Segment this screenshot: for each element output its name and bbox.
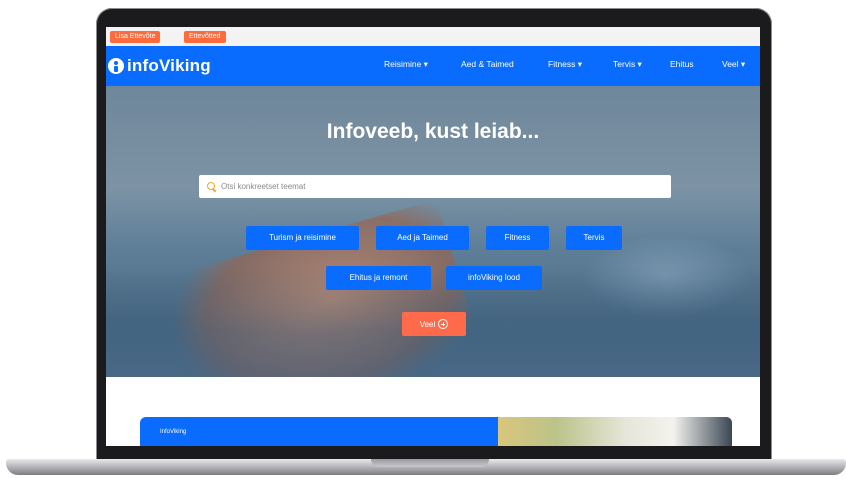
laptop-notch bbox=[371, 459, 489, 467]
category-button-fitness[interactable]: Fitness bbox=[486, 226, 549, 250]
search-input[interactable] bbox=[221, 182, 661, 191]
card-image bbox=[498, 417, 732, 446]
nav-item-reisimine[interactable]: Reisimine ▾ bbox=[384, 59, 428, 70]
more-button[interactable]: Veel bbox=[402, 312, 466, 336]
hero-section: Infoveeb, kust leiab... Turism ja reisim… bbox=[106, 86, 760, 377]
nav-item-fitness[interactable]: Fitness ▾ bbox=[548, 59, 582, 70]
featured-card[interactable]: InfoViking bbox=[140, 417, 732, 446]
more-button-label: Veel bbox=[419, 319, 436, 329]
add-company-link[interactable]: Lisa Ettevõte bbox=[110, 31, 161, 43]
plus-circle-icon bbox=[438, 319, 449, 329]
search-icon bbox=[207, 181, 217, 192]
search-box[interactable] bbox=[199, 175, 671, 198]
site-logo[interactable]: infoViking bbox=[108, 54, 211, 78]
logo-text: infoViking bbox=[127, 56, 211, 75]
nav-item-tervis[interactable]: Tervis ▾ bbox=[613, 59, 642, 70]
card-label: InfoViking bbox=[160, 429, 187, 435]
nav-item-veel[interactable]: Veel ▾ bbox=[722, 59, 745, 70]
nav-item-aed-taimed[interactable]: Aed & Taimed bbox=[461, 59, 514, 69]
main-navbar: infoViking Reisimine ▾ Aed & Taimed Fitn… bbox=[106, 46, 760, 86]
category-button-ehitus[interactable]: Ehitus ja remont bbox=[326, 266, 431, 290]
hero-title: Infoveeb, kust leiab... bbox=[326, 120, 540, 143]
laptop-screen: Lisa Ettevõte Ettevõtted infoViking Reis… bbox=[106, 27, 760, 446]
top-strip: Lisa Ettevõte Ettevõtted bbox=[106, 27, 760, 46]
info-icon bbox=[108, 58, 124, 74]
category-button-turism[interactable]: Turism ja reisimine bbox=[246, 226, 359, 250]
category-button-tervis[interactable]: Tervis bbox=[566, 226, 622, 250]
content-section: InfoViking bbox=[106, 377, 760, 446]
nav-item-ehitus[interactable]: Ehitus bbox=[670, 59, 694, 69]
category-button-lood[interactable]: infoViking lood bbox=[446, 266, 542, 290]
companies-link[interactable]: Ettevõtted bbox=[184, 31, 226, 43]
category-button-aed[interactable]: Aed ja Taimed bbox=[376, 226, 469, 250]
